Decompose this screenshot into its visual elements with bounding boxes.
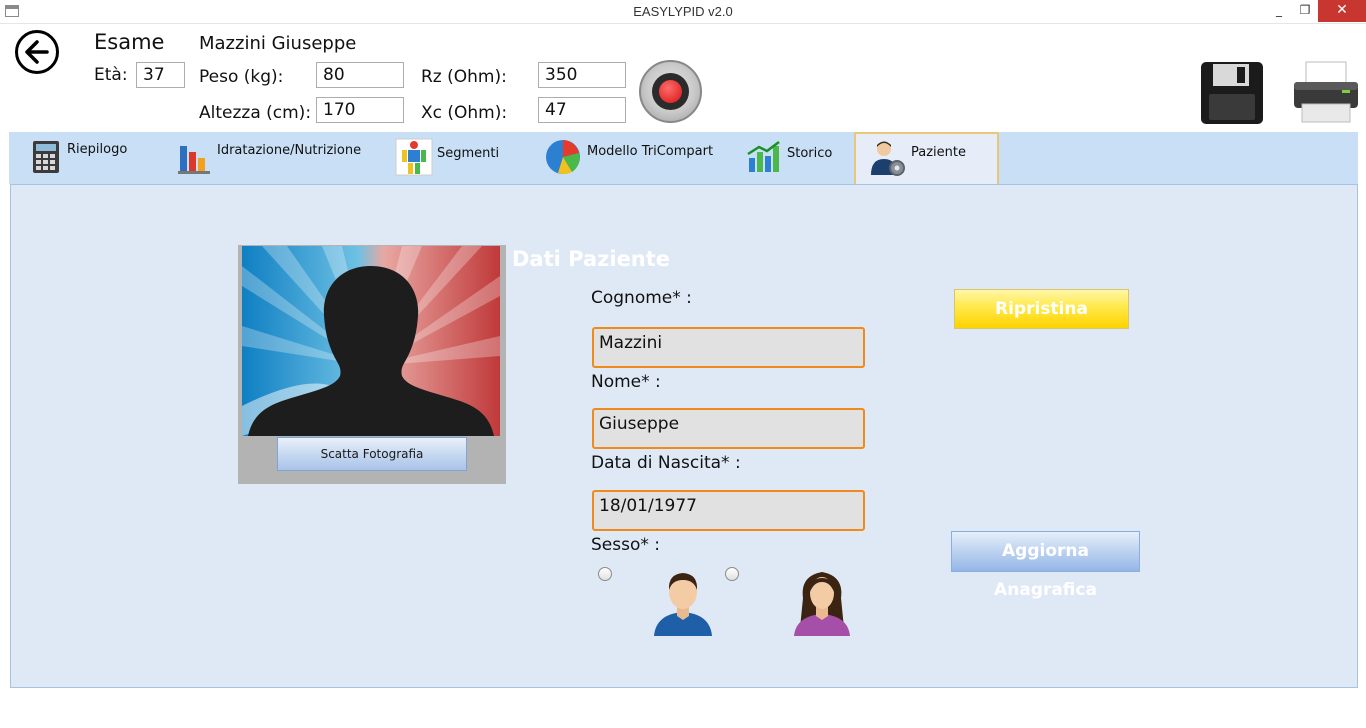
patient-icon [871, 141, 905, 176]
tab-label: Modello TriCompart [587, 144, 714, 159]
female-avatar-icon [794, 572, 850, 636]
altezza-label: Altezza (cm): [199, 103, 312, 123]
tab-label: Paziente [911, 145, 966, 160]
peso-field[interactable]: 80 [316, 62, 404, 88]
pie-chart-icon [546, 140, 580, 175]
rz-field[interactable]: 350 [538, 62, 626, 88]
arrow-left-icon [25, 40, 49, 64]
altezza-field[interactable]: 170 [316, 97, 404, 123]
rz-label: Rz (Ohm): [421, 67, 507, 87]
tab-label: Storico [787, 146, 833, 161]
tab-riepilogo[interactable]: Riepilogo [29, 132, 149, 184]
record-icon [652, 73, 689, 110]
cognome-label: Cognome* : [591, 288, 692, 308]
history-chart-icon [747, 141, 780, 172]
tab-bar: Riepilogo Idratazione/Nutrizione Segment… [9, 132, 1358, 186]
tab-label: Idratazione/Nutrizione [217, 143, 362, 158]
sesso-label: Sesso* : [591, 535, 660, 555]
sex-female-radio[interactable] [725, 567, 739, 581]
nome-field[interactable]: Giuseppe [592, 408, 865, 449]
exam-label: Esame [94, 30, 165, 54]
sex-male-radio[interactable] [598, 567, 612, 581]
patient-photo [242, 246, 500, 436]
cognome-field[interactable]: Mazzini [592, 327, 865, 368]
patient-name: Mazzini Giuseppe [199, 33, 357, 54]
xc-label: Xc (Ohm): [421, 103, 508, 123]
tab-idratazione[interactable]: Idratazione/Nutrizione [176, 132, 376, 184]
take-photo-button[interactable]: Scatta Fotografia [277, 437, 467, 471]
section-title: Dati Paziente [512, 247, 671, 271]
peso-label: Peso (kg): [199, 67, 284, 87]
nascita-field[interactable]: 18/01/1977 [592, 490, 865, 531]
calculator-icon [33, 141, 59, 173]
floppy-disk-icon[interactable] [1199, 60, 1265, 126]
tab-segmenti[interactable]: Segmenti [395, 132, 515, 184]
back-button[interactable] [15, 30, 59, 74]
title-bar: EASYLYPID v2.0 _ ❐ ✕ [0, 0, 1366, 24]
maximize-button[interactable]: ❐ [1290, 0, 1320, 22]
xc-field[interactable]: 47 [538, 97, 626, 123]
tab-tricompart[interactable]: Modello TriCompart [544, 132, 724, 184]
eta-label: Età: [94, 65, 128, 85]
eta-field[interactable]: 37 [136, 62, 185, 88]
tab-label: Riepilogo [67, 142, 128, 157]
aggiorna-anagrafica-button[interactable]: Aggiorna Anagrafica [951, 531, 1140, 600]
ripristina-button[interactable]: Ripristina [954, 289, 1129, 329]
tab-label: Segmenti [437, 146, 500, 161]
bar-chart-icon [178, 146, 210, 174]
nome-label: Nome* : [591, 372, 661, 392]
close-button[interactable]: ✕ [1318, 0, 1366, 22]
body-segments-icon [395, 138, 433, 176]
tab-paziente[interactable]: Paziente [854, 132, 999, 186]
record-button[interactable] [639, 60, 702, 123]
nascita-label: Data di Nascita* : [591, 453, 741, 473]
tab-storico[interactable]: Storico [745, 132, 845, 184]
window-title: EASYLYPID v2.0 [633, 4, 733, 19]
printer-icon[interactable] [1290, 60, 1362, 126]
male-avatar-icon [654, 573, 712, 636]
